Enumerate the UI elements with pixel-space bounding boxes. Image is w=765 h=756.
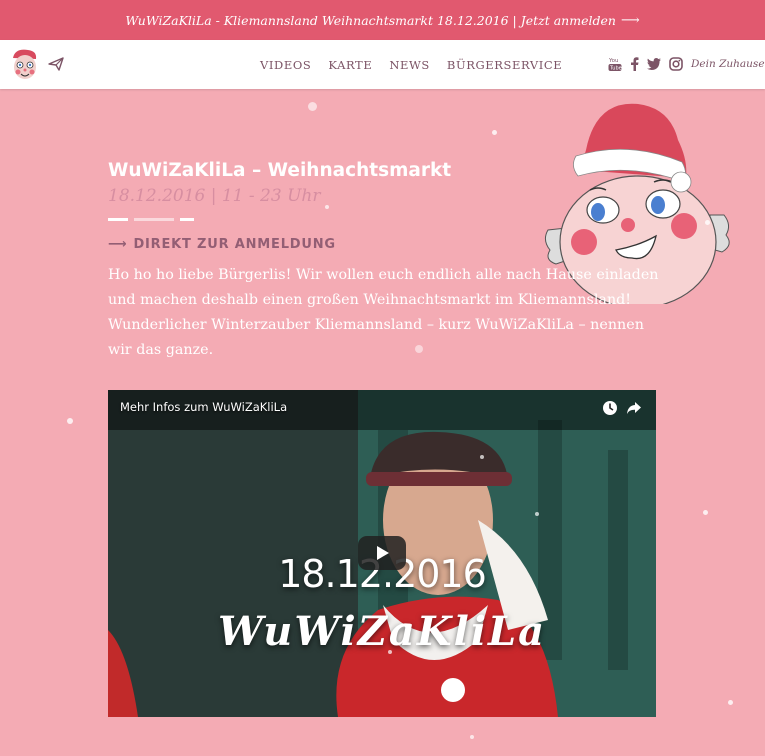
svg-text:Tube: Tube — [609, 66, 622, 72]
instagram-icon[interactable] — [669, 57, 683, 71]
facebook-icon[interactable] — [630, 57, 639, 71]
nav-menu: VIDEOS KARTE NEWS BÜRGERSERVICE — [260, 40, 579, 89]
snowflake — [703, 510, 708, 515]
announcement-bar[interactable]: WuWiZaKliLa - Kliemannsland Weihnachtsma… — [0, 0, 765, 40]
nav-item-news[interactable]: NEWS — [389, 58, 430, 72]
video-player[interactable]: Mehr Infos zum WuWiZaKliLa 18.12.2016 Wu… — [108, 390, 656, 717]
logo[interactable] — [10, 48, 40, 82]
main-navigation: VIDEOS KARTE NEWS BÜRGERSERVICE You Tube… — [0, 40, 765, 89]
announcement-text[interactable]: WuWiZaKliLa - Kliemannsland Weihnachtsma… — [125, 13, 616, 28]
section-divider — [108, 218, 194, 221]
intro-text: Ho ho ho liebe Bürgerlis! Wir wollen euc… — [108, 267, 659, 358]
snowflake — [492, 130, 497, 135]
snowflake — [480, 455, 484, 459]
nav-item-karte[interactable]: KARTE — [328, 58, 372, 72]
snowflake — [388, 650, 392, 654]
share-icon[interactable] — [626, 401, 642, 415]
nav-item-videos[interactable]: VIDEOS — [260, 58, 311, 72]
twitter-icon[interactable] — [647, 58, 661, 70]
event-title: WuWiZaKliLa – Weihnachtsmarkt — [108, 160, 452, 181]
snowflake — [325, 205, 329, 209]
snowflake — [705, 220, 710, 225]
social-links: You Tube — [608, 56, 691, 72]
registration-link[interactable]: ⟶ DIREKT ZUR ANMELDUNG — [108, 237, 336, 252]
svg-text:You: You — [608, 58, 618, 64]
video-title[interactable]: Mehr Infos zum WuWiZaKliLa — [120, 400, 287, 414]
arrow-right-icon: ⟶ — [620, 12, 640, 28]
snowflake — [728, 700, 733, 705]
play-button[interactable] — [358, 536, 406, 570]
event-date: 18.12.2016 | 11 - 23 Uhr — [108, 186, 321, 206]
video-overlay-title: WuWiZaKliLa — [217, 608, 547, 655]
watch-later-icon[interactable] — [602, 400, 618, 416]
snowflake — [470, 735, 474, 739]
snowflake — [308, 102, 317, 111]
arrow-right-icon: ⟶ — [108, 237, 128, 252]
registration-link-label: DIREKT ZUR ANMELDUNG — [133, 237, 336, 252]
snowflake — [67, 418, 73, 424]
home-link[interactable]: Dein Zuhause — [691, 58, 765, 70]
snowflake — [535, 512, 539, 516]
youtube-icon[interactable]: You Tube — [608, 56, 622, 72]
nav-item-buergerservice[interactable]: BÜRGERSERVICE — [447, 58, 562, 72]
snowflake — [415, 345, 423, 353]
send-icon[interactable] — [48, 57, 64, 71]
